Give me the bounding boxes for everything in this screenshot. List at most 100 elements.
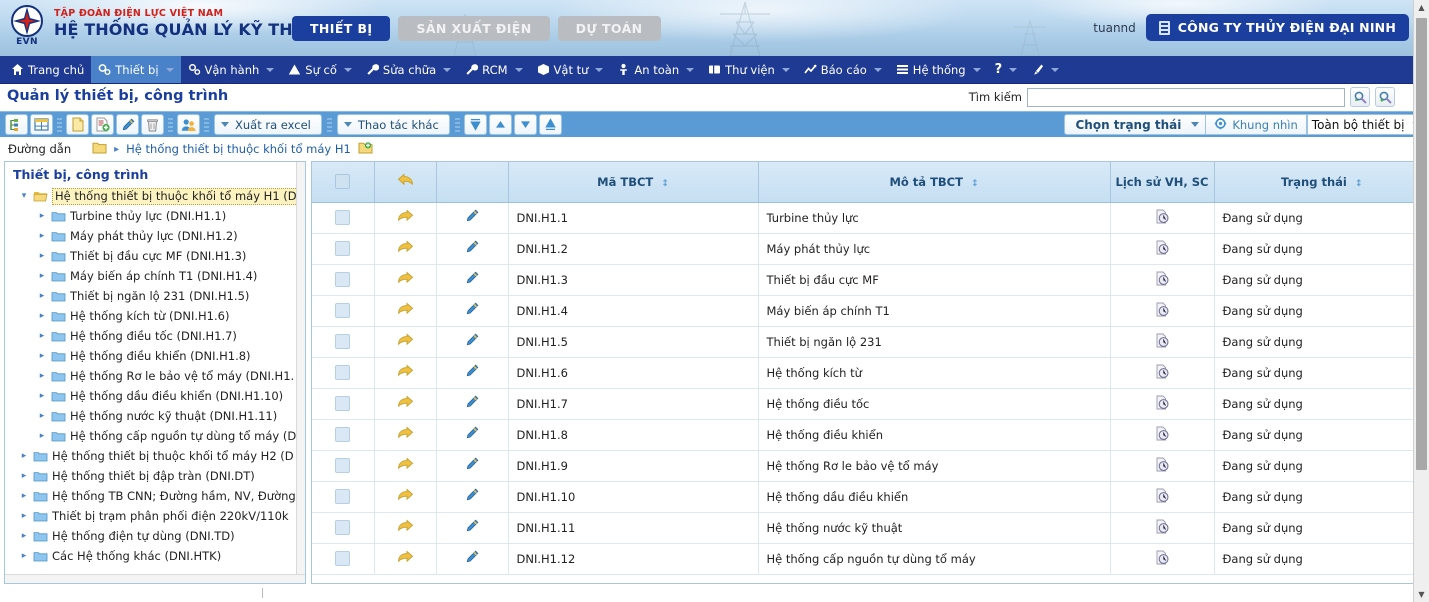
- row-edit-cell[interactable]: [436, 543, 509, 575]
- goto-arrow-icon[interactable]: [397, 426, 414, 443]
- other-actions-button[interactable]: Thao tác khác: [336, 114, 450, 135]
- move-down-icon[interactable]: [513, 114, 537, 135]
- tree-node-dieu-toc[interactable]: ▸ Hệ thống điều tốc (DNI.H1.7): [9, 326, 305, 346]
- history-clock-icon[interactable]: [1155, 426, 1170, 444]
- row-select-cell[interactable]: [312, 481, 375, 513]
- edit-pencil-icon[interactable]: [465, 209, 479, 226]
- edit-pencil-icon[interactable]: [465, 302, 479, 319]
- table-row[interactable]: DNI.H1.12 Hệ thống cấp nguồn tự dùng tổ …: [312, 543, 1429, 575]
- edit-pencil-icon[interactable]: [465, 457, 479, 474]
- row-goto-cell[interactable]: [374, 543, 437, 575]
- app-tab-thiet-bi[interactable]: THIẾT BỊ: [292, 16, 391, 41]
- history-clock-icon[interactable]: [1155, 271, 1170, 289]
- row-edit-cell[interactable]: [436, 419, 509, 451]
- row-edit-cell[interactable]: [436, 450, 509, 482]
- splitter-handle[interactable]: [262, 588, 263, 598]
- row-history-cell[interactable]: [1110, 450, 1215, 482]
- row-history-cell[interactable]: [1110, 388, 1215, 420]
- tree-node-turbine[interactable]: ▸ Turbine thủy lực (DNI.H1.1): [9, 206, 305, 226]
- row-edit-cell[interactable]: [436, 357, 509, 389]
- delete-trash-icon[interactable]: [141, 114, 164, 135]
- tree-node-h1[interactable]: ▾ Hệ thống thiết bị thuộc khối tổ máy H1…: [9, 186, 305, 206]
- row-checkbox[interactable]: [335, 551, 351, 566]
- search-add-icon[interactable]: [1375, 87, 1395, 107]
- row-goto-cell[interactable]: [374, 326, 437, 358]
- history-clock-icon[interactable]: [1155, 240, 1170, 258]
- history-clock-icon[interactable]: [1155, 209, 1170, 227]
- scroll-up-arrow-icon[interactable]: ▲: [1414, 0, 1429, 15]
- move-top-icon[interactable]: [463, 114, 487, 135]
- goto-arrow-icon[interactable]: [397, 333, 414, 350]
- row-checkbox[interactable]: [335, 241, 351, 256]
- row-checkbox[interactable]: [335, 458, 351, 473]
- chevron-right-icon[interactable]: ▸: [37, 351, 47, 361]
- row-history-cell[interactable]: [1110, 357, 1215, 389]
- chevron-right-icon[interactable]: ▸: [19, 511, 29, 521]
- sort-icon[interactable]: ↕: [971, 179, 979, 189]
- chevron-right-icon[interactable]: ▸: [37, 211, 47, 221]
- row-checkbox[interactable]: [335, 303, 351, 318]
- tree-node-cap-nguon-tu-dung[interactable]: ▸ Hệ thống cấp nguồn tự dùng tổ máy (D: [9, 426, 305, 446]
- goto-arrow-icon[interactable]: [397, 240, 414, 257]
- chevron-right-icon[interactable]: ▸: [19, 531, 29, 541]
- history-clock-icon[interactable]: [1155, 395, 1170, 413]
- nav-item-an-toan[interactable]: An toàn: [610, 56, 701, 83]
- column-header-trang-thai[interactable]: Trạng thái ↕: [1214, 162, 1429, 203]
- undo-arrow-icon[interactable]: [397, 173, 414, 190]
- table-row[interactable]: DNI.H1.7 Hệ thống điều tốc Đang sử dụng: [312, 388, 1429, 420]
- row-goto-cell[interactable]: [374, 357, 437, 389]
- row-history-cell[interactable]: [1110, 512, 1215, 544]
- edit-pencil-icon[interactable]: [465, 426, 479, 443]
- chevron-right-icon[interactable]: ▸: [19, 451, 29, 461]
- edit-pencil-icon[interactable]: [116, 114, 139, 135]
- row-history-cell[interactable]: [1110, 326, 1215, 358]
- move-up-icon[interactable]: [488, 114, 512, 135]
- chevron-right-icon[interactable]: ▸: [37, 411, 47, 421]
- app-tab-du-toan[interactable]: DỰ TOÁN: [557, 16, 661, 41]
- nav-item-thu-vien[interactable]: Thư viện: [701, 56, 797, 83]
- row-select-cell[interactable]: [312, 450, 375, 482]
- tree-node-dau-cuc-mf[interactable]: ▸ Thiết bị đầu cực MF (DNI.H1.3): [9, 246, 305, 266]
- company-badge[interactable]: CÔNG TY THỦY ĐIỆN ĐẠI NINH: [1145, 14, 1409, 41]
- row-edit-cell[interactable]: [436, 202, 509, 234]
- row-checkbox[interactable]: [335, 520, 351, 535]
- chevron-right-icon[interactable]: ▸: [19, 471, 29, 481]
- nav-item-van-hanh[interactable]: Vận hành: [181, 56, 282, 83]
- edit-pencil-icon[interactable]: [465, 395, 479, 412]
- search-refresh-icon[interactable]: [1350, 87, 1370, 107]
- table-row[interactable]: DNI.H1.2 Máy phát thủy lực Đang sử dụng: [312, 233, 1429, 265]
- chevron-right-icon[interactable]: ▸: [37, 331, 47, 341]
- tree-node-dieu-khien[interactable]: ▸ Hệ thống điều khiển (DNI.H1.8): [9, 346, 305, 366]
- copy-add-icon[interactable]: [91, 114, 114, 135]
- new-document-icon[interactable]: [66, 114, 89, 135]
- export-excel-button[interactable]: Xuất ra excel: [214, 114, 322, 135]
- row-goto-cell[interactable]: [374, 481, 437, 513]
- goto-arrow-icon[interactable]: [397, 519, 414, 536]
- table-row[interactable]: DNI.H1.8 Hệ thống điều khiển Đang sử dụn…: [312, 419, 1429, 451]
- page-vertical-scrollbar[interactable]: ▲ ▼: [1413, 0, 1429, 602]
- row-goto-cell[interactable]: [374, 512, 437, 544]
- folder-add-icon[interactable]: [358, 141, 373, 157]
- row-select-cell[interactable]: [312, 326, 375, 358]
- history-clock-icon[interactable]: [1155, 302, 1170, 320]
- table-row[interactable]: DNI.H1.6 Hệ thống kích từ Đang sử dụng: [312, 357, 1429, 389]
- row-history-cell[interactable]: [1110, 481, 1215, 513]
- tree-node-mba-t1[interactable]: ▸ Máy biến áp chính T1 (DNI.H1.4): [9, 266, 305, 286]
- tree-node-h2[interactable]: ▸ Hệ thống thiết bị thuộc khối tổ máy H2…: [9, 446, 305, 466]
- nav-item-sua-chua[interactable]: Sửa chữa: [359, 56, 458, 83]
- chevron-right-icon[interactable]: ▸: [37, 231, 47, 241]
- row-select-cell[interactable]: [312, 419, 375, 451]
- history-clock-icon[interactable]: [1155, 488, 1170, 506]
- select-status-button[interactable]: Chọn trạng thái: [1064, 114, 1207, 135]
- row-select-cell[interactable]: [312, 357, 375, 389]
- tree-view-icon[interactable]: [5, 114, 28, 135]
- table-row[interactable]: DNI.H1.3 Thiết bị đầu cực MF Đang sử dụn…: [312, 264, 1429, 296]
- tree-node-tram-phan-phoi[interactable]: ▸ Thiết bị trạm phân phối điện 220kV/110…: [9, 506, 305, 526]
- row-goto-cell[interactable]: [374, 388, 437, 420]
- history-clock-icon[interactable]: [1155, 550, 1170, 568]
- row-select-cell[interactable]: [312, 264, 375, 296]
- scope-select[interactable]: Toàn bộ thiết bị ▾: [1306, 114, 1423, 135]
- edit-pencil-icon[interactable]: [465, 519, 479, 536]
- edit-pencil-icon[interactable]: [465, 333, 479, 350]
- row-checkbox[interactable]: [335, 272, 351, 287]
